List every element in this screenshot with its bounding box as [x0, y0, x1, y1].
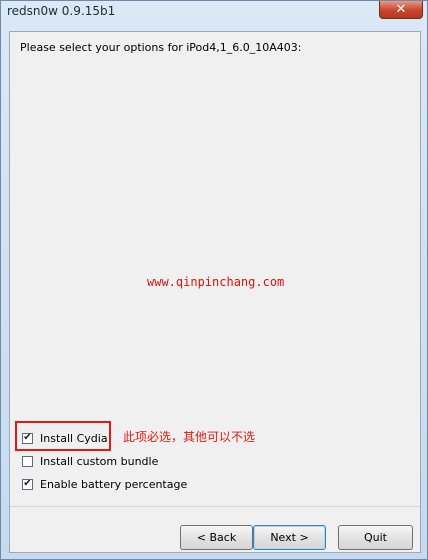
- option-install-custom-bundle[interactable]: Install custom bundle: [22, 453, 158, 469]
- close-icon: ✕: [395, 2, 407, 17]
- title-bar[interactable]: redsn0w 0.9.15b1 ✕: [1, 1, 427, 23]
- install-custom-bundle-checkbox[interactable]: [22, 455, 33, 467]
- install-cydia-checkbox[interactable]: ✔: [22, 432, 33, 444]
- option-label: Enable battery percentage: [40, 477, 188, 491]
- option-install-cydia[interactable]: ✔ Install Cydia: [22, 430, 108, 446]
- redsn0w-window: redsn0w 0.9.15b1 ✕ Please select your op…: [0, 0, 428, 560]
- button-divider: [10, 506, 420, 507]
- close-button[interactable]: ✕: [379, 1, 423, 19]
- enable-battery-percentage-checkbox[interactable]: ✔: [22, 478, 33, 490]
- window-title: redsn0w 0.9.15b1: [7, 4, 116, 18]
- options-prompt: Please select your options for iPod4,1_6…: [20, 41, 302, 54]
- quit-button[interactable]: Quit: [338, 525, 413, 550]
- back-button[interactable]: < Back: [180, 525, 253, 550]
- next-button[interactable]: Next >: [253, 525, 326, 550]
- option-enable-battery-percentage[interactable]: ✔ Enable battery percentage: [22, 476, 187, 492]
- checkmark-icon: ✔: [23, 432, 32, 443]
- option-label: Install Cydia: [40, 431, 108, 445]
- option-label: Install custom bundle: [40, 454, 159, 468]
- annotation-text: 此项必选，其他可以不选: [123, 430, 256, 444]
- checkmark-icon: ✔: [23, 478, 32, 489]
- options-panel: Please select your options for iPod4,1_6…: [9, 31, 421, 553]
- watermark-text: www.qinpinchang.com: [147, 275, 285, 289]
